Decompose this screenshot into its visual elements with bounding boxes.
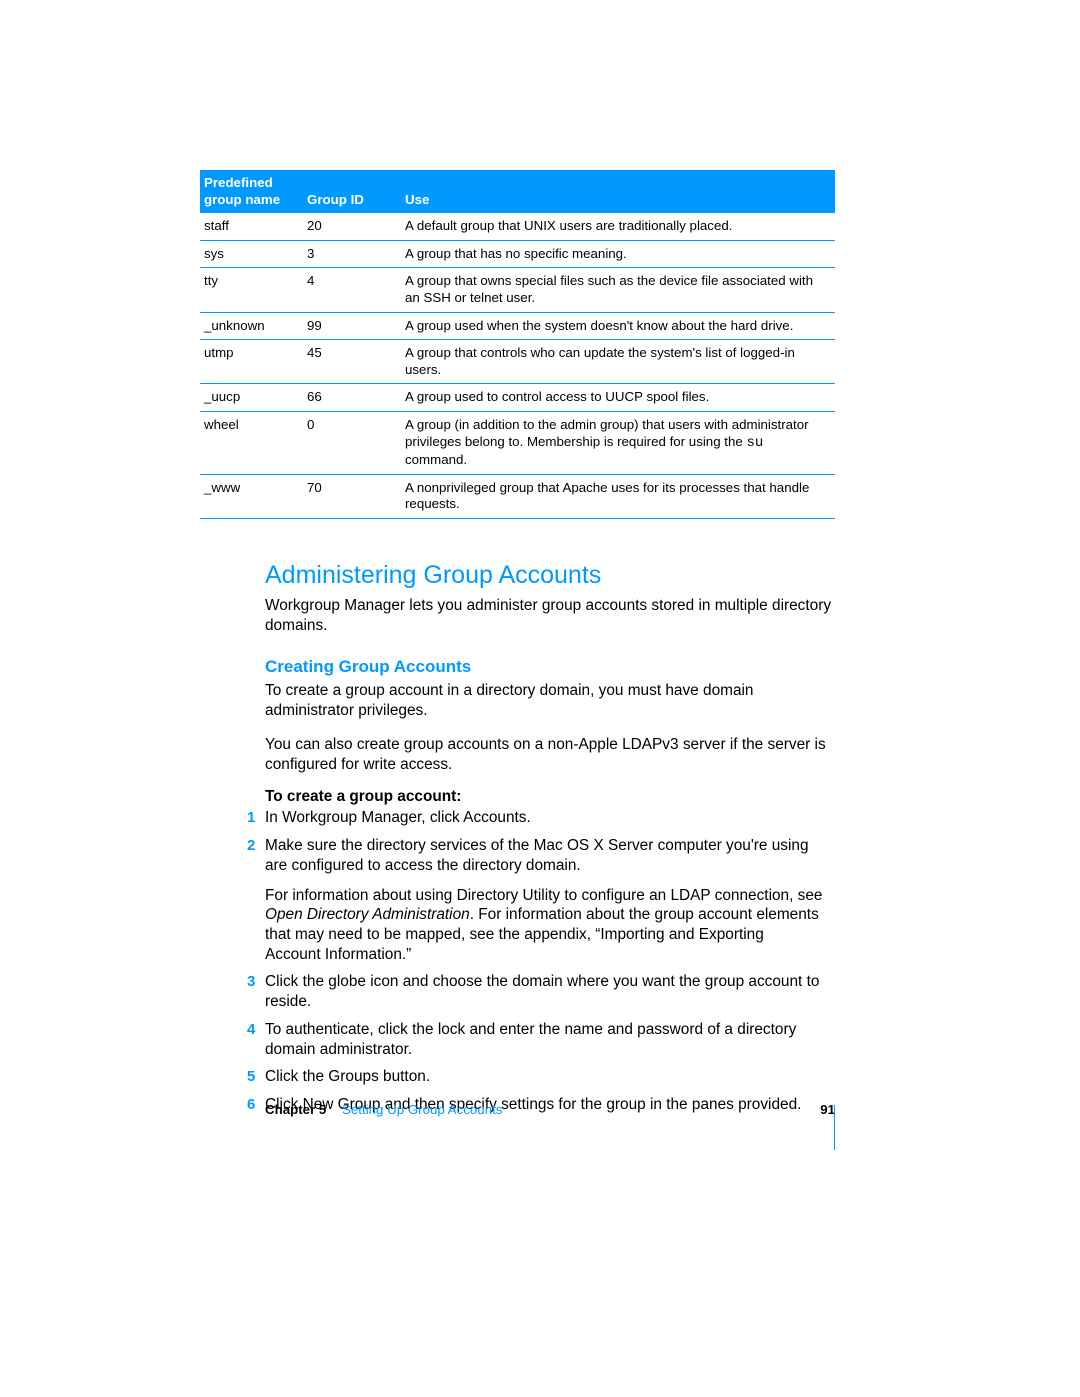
page: Predefined group name Group ID Use staff…: [0, 0, 1080, 1397]
table-row: sys3A group that has no specific meaning…: [200, 240, 835, 268]
heading-admin-group-accounts: Administering Group Accounts: [265, 561, 835, 590]
table-row: tty4A group that owns special files such…: [200, 268, 835, 312]
table-row: wheel0 A group (in addition to the admin…: [200, 412, 835, 475]
page-number: 91: [820, 1102, 835, 1117]
heading-creating-group-accounts: Creating Group Accounts: [265, 657, 835, 677]
table-row: _www70A nonprivileged group that Apache …: [200, 474, 835, 518]
page-footer: Chapter 5 Setting Up Group Accounts 91: [265, 1102, 835, 1117]
th-id: Group ID: [307, 170, 405, 213]
list-item: To authenticate, click the lock and ente…: [265, 1020, 835, 1059]
th-name: Predefined group name: [200, 170, 307, 213]
chapter-label: Chapter 5: [265, 1102, 326, 1117]
paragraph: To create a group account in a directory…: [265, 681, 835, 720]
table-row: _unknown99A group used when the system d…: [200, 312, 835, 340]
list-item: In Workgroup Manager, click Accounts.: [265, 808, 835, 828]
predefined-groups-table: Predefined group name Group ID Use staff…: [200, 170, 835, 519]
margin-rule: [834, 1105, 835, 1150]
table-row: utmp45A group that controls who can upda…: [200, 340, 835, 384]
steps-title: To create a group account:: [265, 788, 835, 806]
list-item: Click the Groups button.: [265, 1067, 835, 1087]
paragraph: Workgroup Manager lets you administer gr…: [265, 596, 835, 635]
steps-list: In Workgroup Manager, click Accounts. Ma…: [265, 808, 835, 1114]
th-use: Use: [405, 170, 835, 213]
paragraph: You can also create group accounts on a …: [265, 735, 835, 774]
table-row: _uucp66A group used to control access to…: [200, 384, 835, 412]
list-item: Make sure the directory services of the …: [265, 836, 835, 964]
table-row: staff20A default group that UNIX users a…: [200, 213, 835, 240]
list-item: Click the globe icon and choose the doma…: [265, 972, 835, 1011]
chapter-title: Setting Up Group Accounts: [342, 1102, 502, 1117]
